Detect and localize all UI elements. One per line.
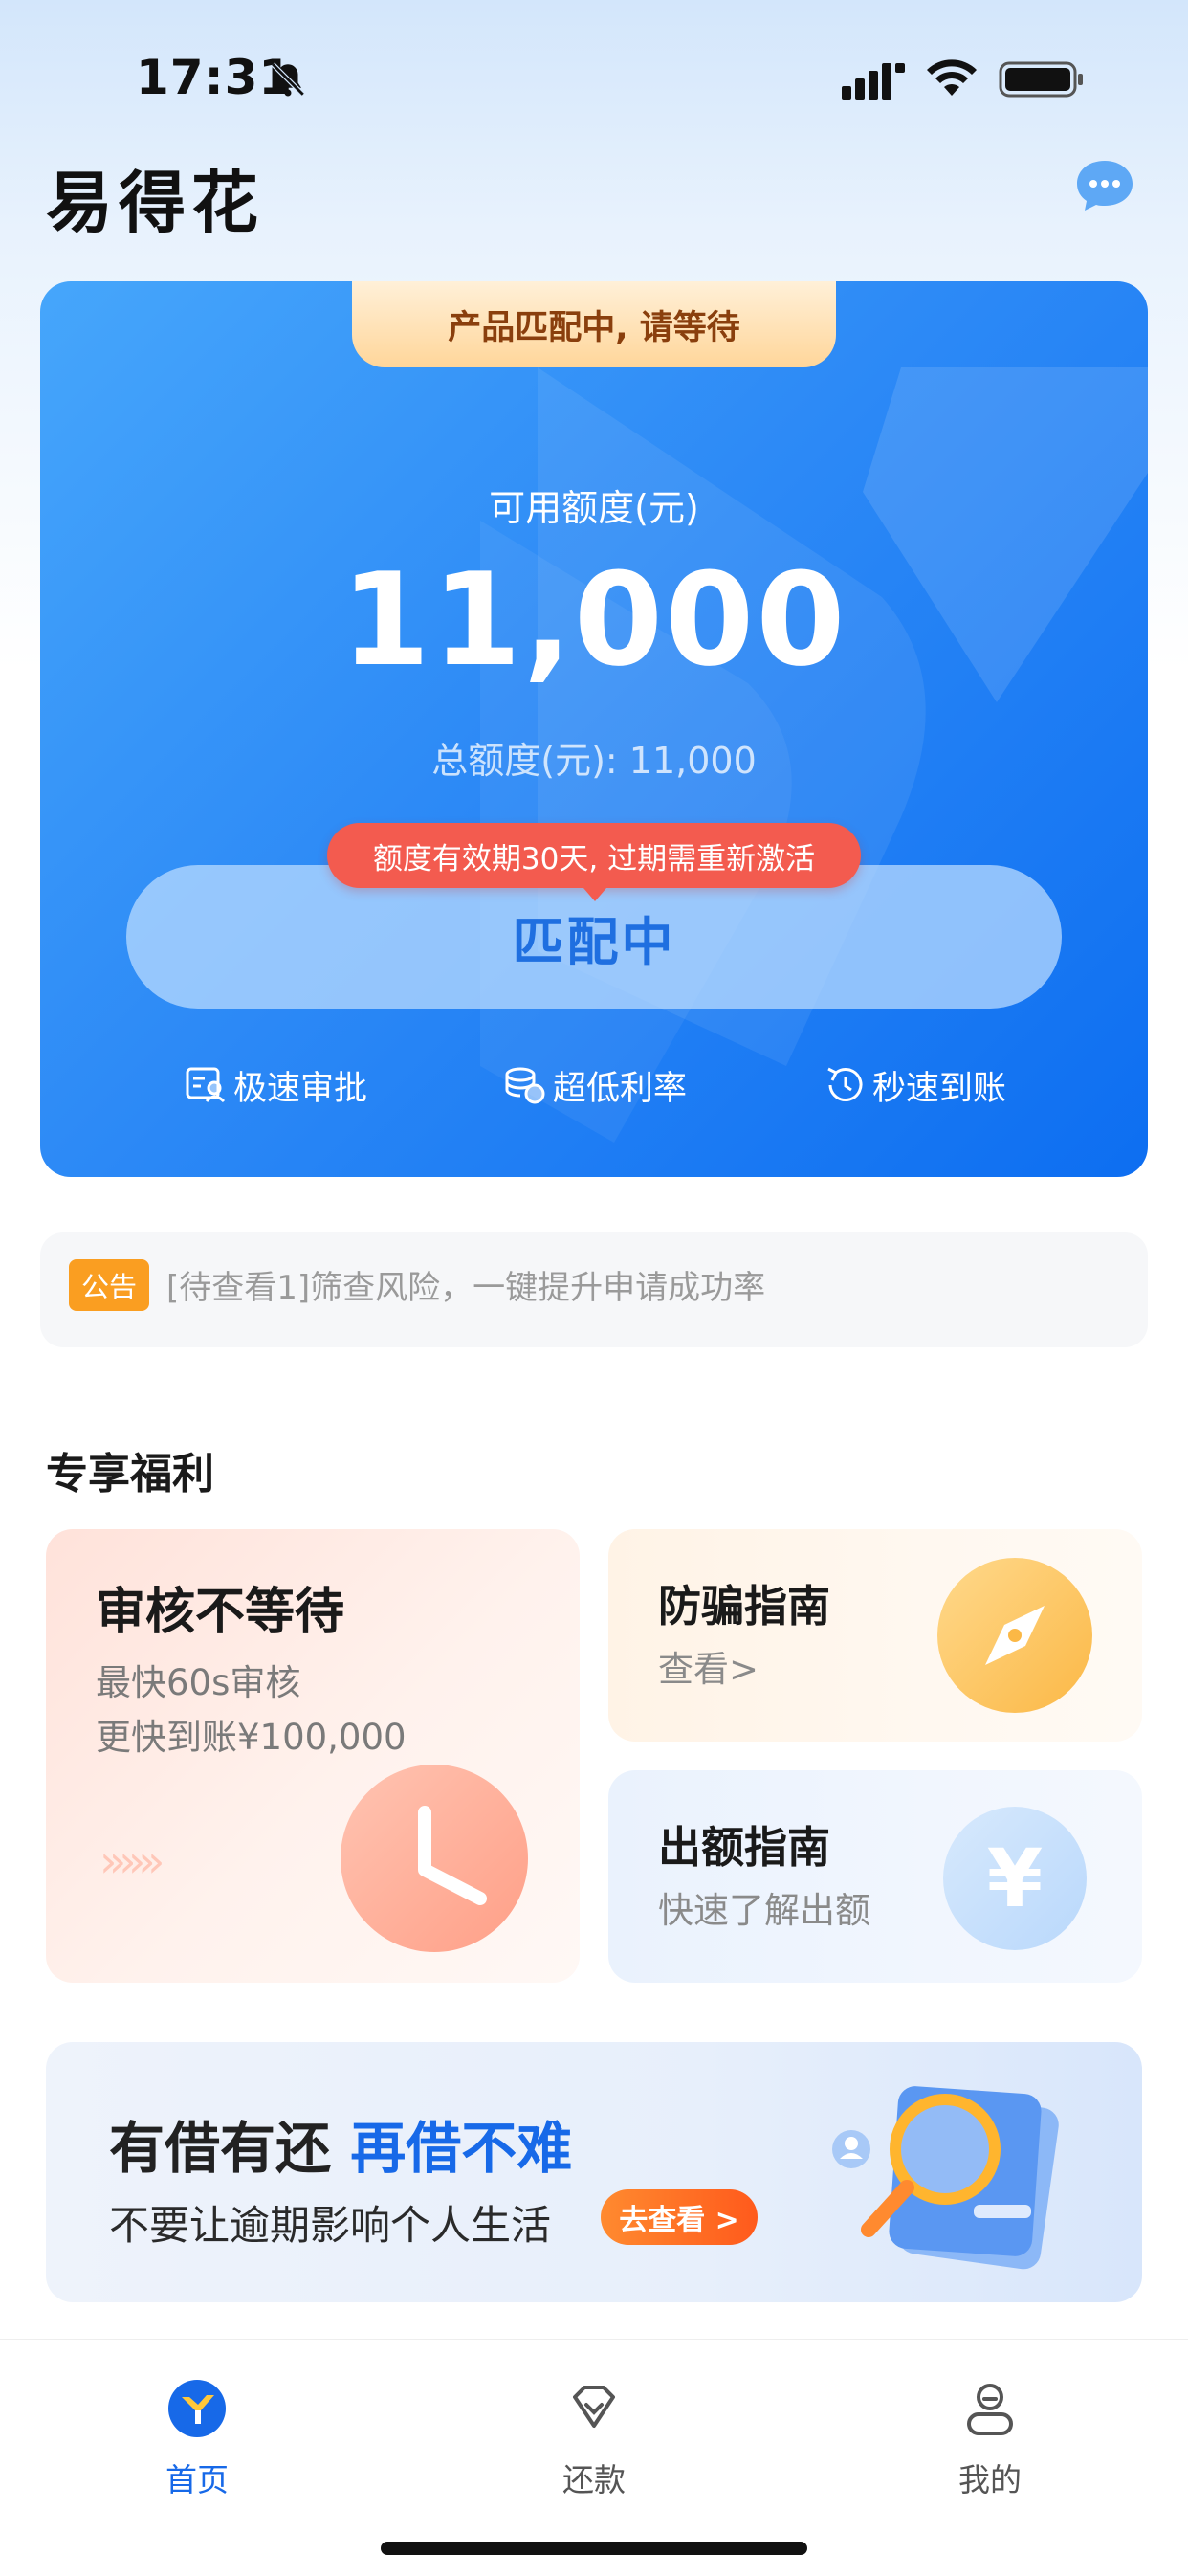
feature-fast-approval: 极速审批 (184, 1056, 367, 1114)
coins-icon (505, 1067, 545, 1104)
benefit-subtitle: 快速了解出额 (658, 1890, 870, 1931)
tab-label: 首页 (165, 2461, 229, 2498)
wifi-icon (927, 59, 977, 96)
feature-label: 超低利率 (553, 1069, 688, 1108)
benefits-section-title: 专享福利 (46, 1450, 214, 1499)
credit-limit-card: 产品匹配中, 请等待 可用额度(元) 11,000 总额度(元): 11,000… (40, 281, 1148, 1177)
tab-profile[interactable]: 我的 (904, 2359, 1076, 2502)
tab-label: 我的 (958, 2461, 1022, 2498)
compass-icon (937, 1558, 1092, 1713)
clock-refresh-icon (827, 1067, 863, 1101)
banner-subtitle: 不要让逾期影响个人生活 (109, 2202, 552, 2249)
promo-banner[interactable]: 有借有还 再借不难 不要让逾期影响个人生活 去查看 > (46, 2042, 1142, 2302)
view-link[interactable]: 查看> (658, 1640, 759, 1692)
yen-icon: ¥ (943, 1807, 1087, 1950)
expiry-tip-bubble: 额度有效期30天, 过期需重新激活 (327, 823, 861, 901)
signal-icon (842, 63, 905, 100)
home-indicator[interactable] (381, 2542, 807, 2555)
home-logo-icon (168, 2380, 226, 2437)
total-limit-label: 总额度(元): 11,000 (431, 740, 757, 782)
customer-service-chat-icon[interactable] (1073, 157, 1136, 216)
tab-home[interactable]: 首页 (111, 2359, 283, 2502)
announcement-bar[interactable]: 公告 [待查看1]筛查风险，一键提升申请成功率 (40, 1232, 1148, 1347)
chevrons-icon: »»» (99, 1835, 165, 1887)
card-decoration (480, 367, 1148, 1143)
benefit-line: 更快到账¥100,000 (96, 1717, 407, 1758)
benefit-title: 防骗指南 (658, 1581, 831, 1632)
benefit-card-anti-fraud[interactable]: 防骗指南 查看> (608, 1529, 1142, 1742)
tab-repayment[interactable]: 还款 (508, 2359, 680, 2502)
feature-label: 秒速到账 (872, 1069, 1007, 1108)
benefit-line: 最快60s审核 (96, 1662, 301, 1703)
status-ribbon-wrap: 产品匹配中, 请等待 (40, 281, 1148, 377)
bell-muted-icon (271, 62, 305, 97)
bottom-tab-bar: 首页 还款 我的 (0, 2339, 1188, 2576)
benefit-title: 审核不等待 (96, 1584, 345, 1641)
feature-label: 极速审批 (233, 1069, 368, 1108)
banner-title-highlight: 再借不难 (350, 2116, 573, 2181)
status-bar: 17:31 (0, 0, 1188, 163)
battery-icon (999, 61, 1083, 98)
diamond-icon (573, 2386, 615, 2428)
banner-title-part: 有借有还 (109, 2116, 351, 2181)
benefit-card-fast-review[interactable]: 审核不等待 最快60s审核 更快到账¥100,000 »»» (46, 1529, 580, 1983)
integrity-magnifier-illustration (832, 2086, 1059, 2270)
benefit-card-quota-guide[interactable]: 出额指南 快速了解出额 ¥ (608, 1770, 1142, 1983)
banner-title: 有借有还 再借不难 (109, 2103, 572, 2184)
available-limit-amount: 11,000 (341, 545, 847, 695)
announcement-badge: 公告 (69, 1259, 149, 1311)
clock-icon (341, 1765, 528, 1952)
available-limit-label: 可用额度(元) (489, 487, 699, 529)
banner-view-button[interactable]: 去查看 > (601, 2189, 758, 2245)
feature-instant-arrival: 秒速到账 (823, 1056, 1006, 1114)
tab-label: 还款 (562, 2461, 626, 2498)
benefit-title: 出额指南 (658, 1822, 831, 1873)
feature-low-rate: 超低利率 (503, 1056, 687, 1114)
feature-list: 极速审批 超低利率 秒速到账 (40, 1056, 1148, 1114)
app-title: 易得花 (46, 164, 264, 242)
approval-icon (186, 1067, 226, 1103)
announcement-text: [待查看1]筛查风险，一键提升申请成功率 (166, 1269, 766, 1307)
profile-icon (967, 2384, 1013, 2435)
matching-status-ribbon: 产品匹配中, 请等待 (352, 281, 836, 367)
